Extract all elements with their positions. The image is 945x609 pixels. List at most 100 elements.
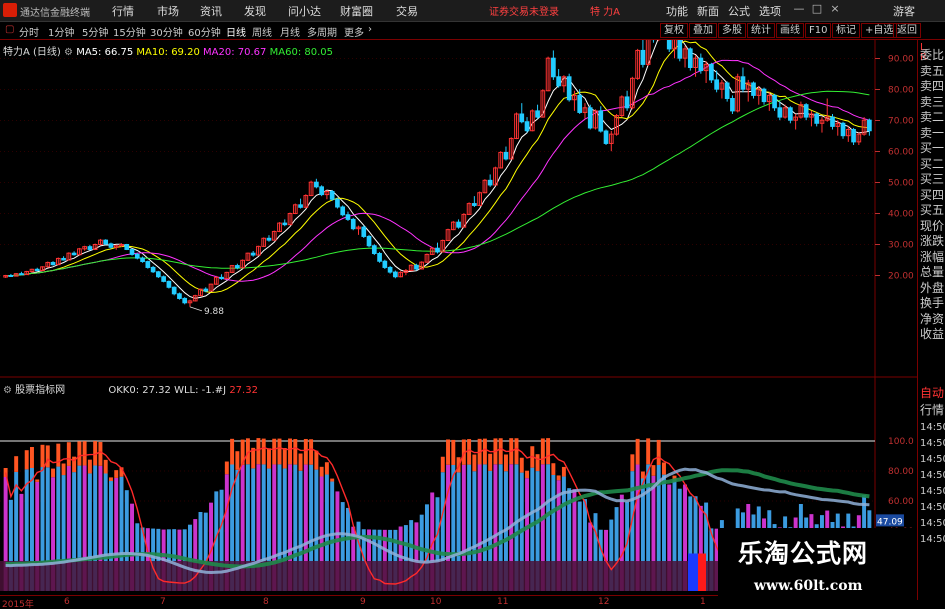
menu-formula[interactable]: 公式: [728, 3, 750, 19]
indicator-bar-top: [446, 439, 451, 465]
indicator-bar-top: [40, 444, 45, 468]
candle-body: [361, 226, 367, 237]
candle-body: [19, 273, 24, 276]
restore-rights-button[interactable]: 复权: [660, 23, 688, 38]
indicator-bar-top: [235, 451, 240, 470]
tab-multi-period[interactable]: 多周期: [307, 24, 337, 39]
menu-market-quotes[interactable]: 行情: [112, 3, 134, 19]
tick-time: 14:50: [920, 486, 945, 497]
f10-button[interactable]: F10: [805, 23, 832, 38]
x-tick: 9: [360, 597, 366, 607]
indicator-bar-top: [77, 441, 82, 466]
mark-button[interactable]: 标记: [832, 23, 860, 38]
indicator-bar-top: [646, 438, 651, 465]
candle-body: [788, 107, 793, 121]
candle-body: [314, 181, 319, 188]
candle-body: [235, 265, 240, 269]
tab-1min[interactable]: 1分钟: [48, 24, 74, 39]
candle-body: [666, 40, 672, 50]
candle-body: [414, 264, 419, 270]
candle-body: [140, 257, 145, 263]
menu-functions[interactable]: 功能: [666, 3, 688, 19]
maximize-icon[interactable]: □: [810, 2, 824, 18]
menu-wenxiaoda[interactable]: 问小达: [288, 3, 321, 19]
indicator-bar-top: [467, 439, 472, 465]
candle-body: [456, 221, 461, 228]
candle-body: [830, 116, 835, 127]
candle-body: [161, 276, 166, 282]
price-chart[interactable]: 100.0 90.00 80.00 70.00 60.00 50.00 40.00 30.00…: [0, 40, 917, 595]
chevron-right-icon[interactable]: ›: [368, 24, 372, 35]
candle-body: [129, 248, 135, 255]
candle-body: [34, 268, 40, 272]
tab-more[interactable]: 更多: [344, 24, 364, 39]
quote-field-label: 总量: [920, 265, 945, 279]
multi-stock-button[interactable]: 多股: [718, 23, 746, 38]
menu-options[interactable]: 选项: [759, 3, 781, 19]
menu-trade[interactable]: 交易: [396, 3, 418, 19]
indicator-bar-top: [29, 447, 34, 468]
candle-body: [71, 252, 77, 256]
statistics-button[interactable]: 统计: [747, 23, 775, 38]
candle-body: [108, 243, 114, 248]
indicator-bar-top: [56, 443, 61, 467]
back-button[interactable]: 返回: [893, 23, 921, 38]
candle-body: [714, 79, 719, 90]
watermark-title: 乐淘公式网: [738, 539, 869, 568]
candle-body: [566, 76, 572, 101]
indicator-name[interactable]: 股票指标网: [15, 385, 65, 396]
candle-body: [640, 49, 646, 65]
menu-wealth-circle[interactable]: 财富圈: [340, 3, 373, 19]
overlay-button[interactable]: 叠加: [689, 23, 717, 38]
quote-field-label: 卖二: [920, 110, 945, 124]
indicator-bar-top: [230, 438, 235, 465]
quote-field-label: 外盘: [920, 280, 945, 295]
tab-daily[interactable]: 日线: [226, 24, 246, 39]
candle-body: [677, 40, 683, 59]
tab-60min[interactable]: 60分钟: [188, 24, 221, 39]
menu-market[interactable]: 市场: [157, 3, 179, 19]
candle-body: [687, 48, 693, 68]
tab-5min[interactable]: 5分钟: [82, 24, 108, 39]
candle-body: [366, 235, 372, 247]
menu-discover[interactable]: 发现: [244, 3, 266, 19]
tab-15min[interactable]: 15分钟: [113, 24, 146, 39]
trade-login-notice[interactable]: 证券交易未登录: [489, 3, 559, 18]
minimize-icon[interactable]: —: [792, 2, 806, 18]
tab-monthly[interactable]: 月线: [280, 24, 300, 39]
menu-new-page[interactable]: 新面: [697, 3, 719, 19]
candle-body: [503, 151, 509, 160]
candle-body: [329, 190, 335, 200]
indicator-bar-top: [556, 475, 561, 481]
candle-body: [867, 119, 872, 132]
tick-time: 14:50: [920, 454, 945, 465]
candle-body: [393, 271, 398, 278]
period-toolbar: ▢ 分时 1分钟 5分钟 15分钟 30分钟 60分钟 日线 周线 月线 多周期…: [0, 22, 945, 40]
quote-field-label: 买三: [920, 172, 945, 186]
candle-body: [382, 260, 388, 268]
tab-intraday[interactable]: 分时: [19, 24, 39, 39]
checkbox-icon[interactable]: ▢: [5, 24, 14, 35]
candle-body: [319, 186, 324, 196]
candle-body: [740, 76, 746, 90]
candle-body: [603, 130, 609, 144]
quote-mode-label[interactable]: 行情: [920, 403, 944, 417]
tab-weekly[interactable]: 周线: [252, 24, 272, 39]
candle-body: [145, 261, 151, 268]
close-icon[interactable]: ×: [828, 2, 842, 18]
x-tick: 8: [263, 597, 269, 607]
extra-value-label: 27.32: [229, 385, 258, 396]
indicator-settings-icon[interactable]: ⚙: [3, 385, 12, 396]
indicator-bar-top: [514, 438, 519, 465]
quote-mode-label[interactable]: 自动: [920, 386, 944, 400]
indicator-bar-top: [277, 438, 282, 465]
draw-line-button[interactable]: 画线: [776, 23, 804, 38]
indicator-bar-top: [519, 457, 524, 473]
add-watchlist-button[interactable]: +自选: [861, 23, 898, 38]
tab-30min[interactable]: 30分钟: [150, 24, 183, 39]
menu-news[interactable]: 资讯: [200, 3, 222, 19]
guest-login[interactable]: 游客: [893, 3, 915, 19]
ma5-label: MA5: 66.75: [76, 47, 134, 58]
quote-field-label: 买五: [920, 203, 945, 217]
settings-gear-icon[interactable]: ⚙: [64, 47, 73, 58]
